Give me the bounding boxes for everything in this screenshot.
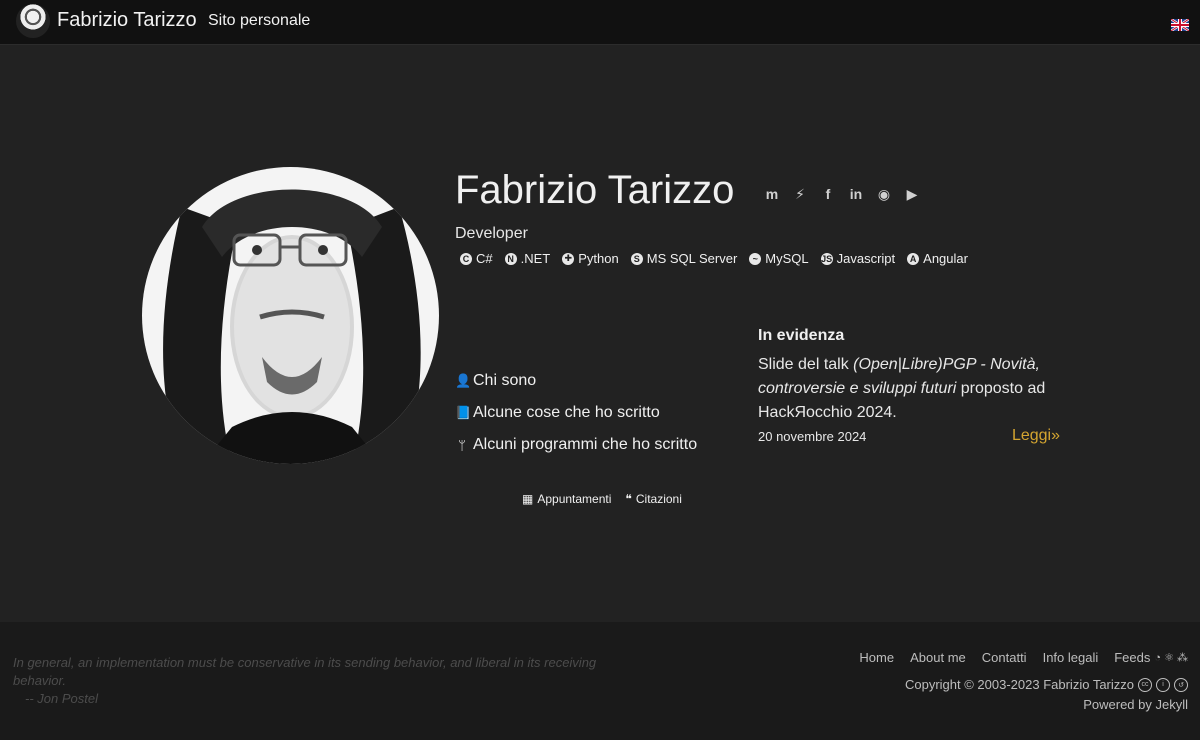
skill-icon: N [504,252,517,265]
skill-icon: ~ [749,252,762,265]
profile-portrait [142,167,439,464]
footer-nav-link[interactable]: Feeds ◔ ⚛ ⁂ [1114,650,1188,665]
site-brand[interactable]: Fabrizio Tarizzo [57,9,197,32]
skill-label: Angular [923,251,968,266]
secondary-link-label: Appuntamenti [537,492,612,506]
github-icon[interactable]: ◉ [874,184,894,204]
avatar[interactable] [16,4,50,38]
site-tagline: Sito personale [208,12,311,29]
footer-nav-label: Contatti [981,650,1027,665]
skills-list: C C# N .NET ✚ Python S MS SQL Server ~ MySQL JS Jav… [460,251,968,266]
profile-name: Fabrizio Tarizzo [455,168,735,212]
skill-label: .NET [520,251,551,266]
skill-icon: JS [820,252,833,265]
powered-by: Powered by Jekyll [1083,697,1188,712]
skill-label: Python [578,251,619,266]
quote-text: In general, an implementation must be co… [13,655,597,688]
quote-icon: ❝ [625,492,632,506]
skill-icon: A [907,252,920,265]
footer-nav: Home About me Contatti Info legali Feeds ◔ ⚛ … [859,650,1188,665]
main-link-label: Chi sono [473,372,537,389]
quote-author: -- Jon Postel [25,691,98,706]
linkedin-icon[interactable]: in [846,184,866,204]
calendar-icon: ▦ [522,492,534,506]
featured-text-prefix: Slide del talk [758,356,854,373]
skill-item: S MS SQL Server [630,251,738,266]
main-link[interactable]: 👤 Chi sono [455,365,697,397]
skill-label: MySQL [765,251,809,266]
code-branch-icon: ᛘ [458,437,466,453]
main-links: 👤 Chi sono 📘 Alcune cose che ho scritto ᛘ Alc… [455,365,697,461]
footer-quote: In general, an implementation must be co… [13,654,613,708]
skill-label: MS SQL Server [646,251,738,266]
footer-nav-label: About me [910,650,966,665]
messenger-icon[interactable]: ⚡ [790,184,810,204]
cc-icon[interactable]: cc [1138,677,1152,692]
footer-nav-link[interactable]: Contatti [982,650,1027,665]
featured-heading: In evidenza [758,327,845,344]
youtube-icon[interactable]: ▶ [902,184,922,204]
profile-role: Developer [455,225,528,242]
footer-nav-link[interactable]: About me [910,650,966,665]
main-link-label: Alcuni programmi che ho scritto [473,436,698,453]
social-links: m ⚡ f in ◉ ▶ [762,184,922,204]
footer: In general, an implementation must be co… [0,622,1200,740]
copyright-text: Copyright © 2003-2023 Fabrizio Tarizzo [904,677,1134,692]
skill-item: ✚ Python [562,251,619,266]
skill-label: Javascript [836,251,896,266]
skill-icon: ✚ [562,252,575,265]
footer-nav-label: Home [859,650,895,665]
footer-nav-link[interactable]: Info legali [1043,650,1099,665]
cc-sa-icon[interactable]: ↺ [1174,677,1188,692]
read-more-link[interactable]: Leggi» [1012,427,1060,445]
main-link[interactable]: ᛘ Alcuni programmi che ho scritto [455,429,697,461]
feed-icons[interactable]: ◔ ⚛ ⁂ [1154,651,1188,664]
skill-label: C# [476,251,493,266]
skill-item: N .NET [504,251,551,266]
featured-date: 20 novembre 2024 [758,428,867,444]
book-icon: 📘 [455,405,472,420]
secondary-link[interactable]: ❝ Citazioni [625,492,682,506]
skill-item: ~ MySQL [749,251,809,266]
top-navbar: Fabrizio Tarizzo Sito personale [0,0,1200,45]
cc-by-icon[interactable]: i [1156,677,1170,692]
skill-item: A Angular [907,251,968,266]
featured-box: In evidenza Slide del talk (Open|Libre)P… [758,327,1060,445]
facebook-icon[interactable]: f [818,184,838,204]
skill-icon: C [460,252,472,265]
secondary-link-label: Citazioni [635,492,682,506]
mastodon-icon[interactable]: m [762,184,782,204]
copyright: Copyright © 2003-2023 Fabrizio Tarizzo c… [905,677,1188,692]
footer-nav-label: Info legali [1042,650,1099,665]
footer-nav-link[interactable]: Home [859,650,894,665]
uk-flag-icon[interactable] [1171,19,1189,31]
user-icon: 👤 [455,373,472,388]
skill-icon: S [630,252,643,265]
featured-text: Slide del talk (Open|Libre)PGP - Novità,… [758,353,1060,425]
secondary-links: ▦ Appuntamenti ❝ Citazioni [522,492,682,506]
main-link[interactable]: 📘 Alcune cose che ho scritto [455,397,697,429]
skill-item: JS Javascript [820,251,896,266]
main-link-label: Alcune cose che ho scritto [473,404,660,421]
skill-item: C C# [460,251,493,266]
footer-nav-label: Feeds [1114,650,1151,665]
secondary-link[interactable]: ▦ Appuntamenti [522,492,611,506]
